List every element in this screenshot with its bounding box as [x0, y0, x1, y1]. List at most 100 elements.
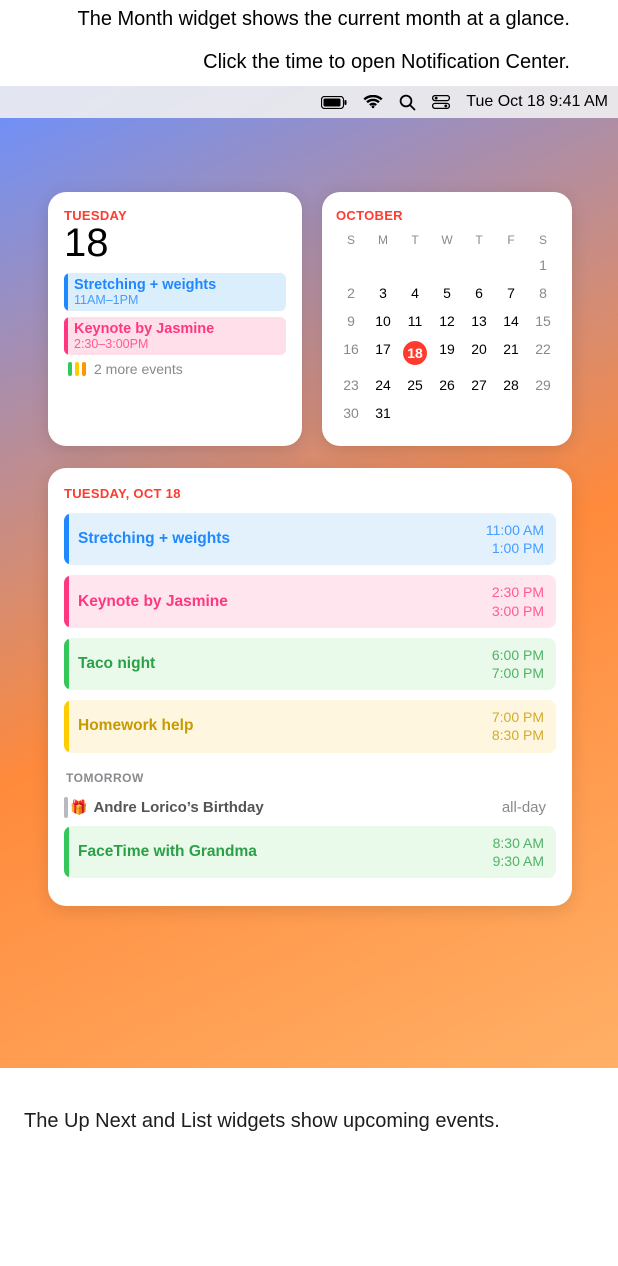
event-color-bar: [64, 575, 69, 627]
calendar-day[interactable]: 26: [432, 375, 462, 395]
calendar-day[interactable]: 2: [336, 283, 366, 303]
calendar-day[interactable]: 22: [528, 339, 558, 367]
calendar-day[interactable]: 10: [368, 311, 398, 331]
event-color-bar: [64, 700, 69, 752]
list-event[interactable]: Keynote by Jasmine 2:30 PM3:00 PM: [64, 575, 556, 627]
calendar-day[interactable]: 23: [336, 375, 366, 395]
event-time: 2:30 PM3:00 PM: [492, 583, 544, 619]
event-time: 11AM–1PM: [74, 293, 278, 307]
event-color-bar: [64, 317, 68, 355]
calendar-day[interactable]: 18: [400, 339, 430, 367]
wifi-icon[interactable]: [363, 95, 383, 109]
calendar-day: [400, 403, 430, 423]
list-event[interactable]: Homework help 7:00 PM8:30 PM: [64, 700, 556, 752]
battery-icon[interactable]: [321, 96, 347, 109]
calendar-day: [368, 255, 398, 275]
calendar-day[interactable]: 6: [464, 283, 494, 303]
event-time: 7:00 PM8:30 PM: [492, 708, 544, 744]
calendar-day[interactable]: 19: [432, 339, 462, 367]
calendar-day: [528, 403, 558, 423]
calendar-day: [464, 403, 494, 423]
calendar-weekday-header: S: [528, 233, 558, 247]
calendar-day: [400, 255, 430, 275]
calendar-day[interactable]: 27: [464, 375, 494, 395]
calendar-weekday-header: S: [336, 233, 366, 247]
upnext-event[interactable]: Keynote by Jasmine 2:30–3:00PM: [64, 317, 286, 355]
month-label: OCTOBER: [336, 208, 558, 223]
calendar-day[interactable]: 16: [336, 339, 366, 367]
event-title: Keynote by Jasmine: [78, 593, 228, 611]
calendar-day: [496, 403, 526, 423]
calendar-day: [336, 255, 366, 275]
event-time: 2:30–3:00PM: [74, 337, 278, 351]
menu-bar-clock[interactable]: Tue Oct 18 9:41 AM: [466, 93, 608, 111]
calendar-weekday-header: W: [432, 233, 462, 247]
event-title: Andre Lorico’s Birthday: [93, 799, 263, 816]
calendar-day[interactable]: 25: [400, 375, 430, 395]
event-title: Taco night: [78, 655, 155, 673]
more-events-dots: [68, 362, 86, 376]
list-event[interactable]: FaceTime with Grandma 8:30 AM9:30 AM: [64, 826, 556, 878]
up-next-widget[interactable]: TUESDAY 18 Stretching + weights 11AM–1PM…: [48, 192, 302, 446]
annotation-upnext-list: The Up Next and List widgets show upcomi…: [0, 1108, 618, 1135]
calendar-day[interactable]: 5: [432, 283, 462, 303]
calendar-weekday-header: T: [400, 233, 430, 247]
event-title: FaceTime with Grandma: [78, 843, 257, 861]
event-allday-label: all-day: [502, 799, 546, 816]
calendar-day[interactable]: 13: [464, 311, 494, 331]
calendar-day[interactable]: 17: [368, 339, 398, 367]
event-title: Homework help: [78, 717, 193, 735]
calendar-day[interactable]: 15: [528, 311, 558, 331]
event-color-bar: [64, 797, 68, 818]
event-title: Stretching + weights: [78, 530, 230, 548]
list-event[interactable]: Taco night 6:00 PM7:00 PM: [64, 638, 556, 690]
calendar-day[interactable]: 1: [528, 255, 558, 275]
calendar-day[interactable]: 30: [336, 403, 366, 423]
more-events-label: 2 more events: [94, 361, 183, 377]
calendar-day[interactable]: 7: [496, 283, 526, 303]
list-birthday-event[interactable]: 🎁 Andre Lorico’s Birthday all-day: [64, 793, 556, 822]
calendar-day[interactable]: 11: [400, 311, 430, 331]
event-time: 11:00 AM1:00 PM: [486, 521, 544, 557]
list-event[interactable]: Stretching + weights 11:00 AM1:00 PM: [64, 513, 556, 565]
calendar-day[interactable]: 4: [400, 283, 430, 303]
annotation-month-widget: The Month widget shows the current month…: [0, 6, 618, 33]
event-color-bar: [64, 273, 68, 311]
annotation-clock: Click the time to open Notification Cent…: [0, 49, 618, 76]
calendar-weekday-header: T: [464, 233, 494, 247]
event-color-bar: [64, 826, 69, 878]
calendar-day[interactable]: 12: [432, 311, 462, 331]
calendar-day: [496, 255, 526, 275]
calendar-day[interactable]: 9: [336, 311, 366, 331]
tomorrow-label: TOMORROW: [66, 771, 556, 785]
calendar-day[interactable]: 8: [528, 283, 558, 303]
event-time: 8:30 AM9:30 AM: [493, 834, 544, 870]
more-events-row[interactable]: 2 more events: [64, 361, 286, 377]
calendar-weekday-header: M: [368, 233, 398, 247]
month-widget[interactable]: OCTOBER SMTWTFS1234567891011121314151617…: [322, 192, 572, 446]
calendar-day: [432, 403, 462, 423]
spotlight-icon[interactable]: [399, 94, 416, 111]
calendar-day: [464, 255, 494, 275]
calendar-day[interactable]: 24: [368, 375, 398, 395]
event-time: 6:00 PM7:00 PM: [492, 646, 544, 682]
calendar-grid: SMTWTFS123456789101112131415161718192021…: [336, 233, 558, 423]
calendar-day[interactable]: 20: [464, 339, 494, 367]
event-color-bar: [64, 638, 69, 690]
gift-icon: 🎁: [70, 799, 87, 815]
calendar-day[interactable]: 28: [496, 375, 526, 395]
calendar-day: [432, 255, 462, 275]
upnext-event[interactable]: Stretching + weights 11AM–1PM: [64, 273, 286, 311]
list-widget[interactable]: TUESDAY, OCT 18 Stretching + weights 11:0…: [48, 468, 572, 906]
calendar-day[interactable]: 14: [496, 311, 526, 331]
upnext-day-number: 18: [64, 223, 286, 263]
menu-bar: Tue Oct 18 9:41 AM: [0, 86, 618, 118]
control-center-icon[interactable]: [432, 95, 450, 109]
list-date-header: TUESDAY, OCT 18: [64, 486, 556, 501]
calendar-today-marker[interactable]: 18: [403, 341, 427, 365]
calendar-day[interactable]: 31: [368, 403, 398, 423]
calendar-day[interactable]: 3: [368, 283, 398, 303]
calendar-day[interactable]: 21: [496, 339, 526, 367]
calendar-weekday-header: F: [496, 233, 526, 247]
calendar-day[interactable]: 29: [528, 375, 558, 395]
